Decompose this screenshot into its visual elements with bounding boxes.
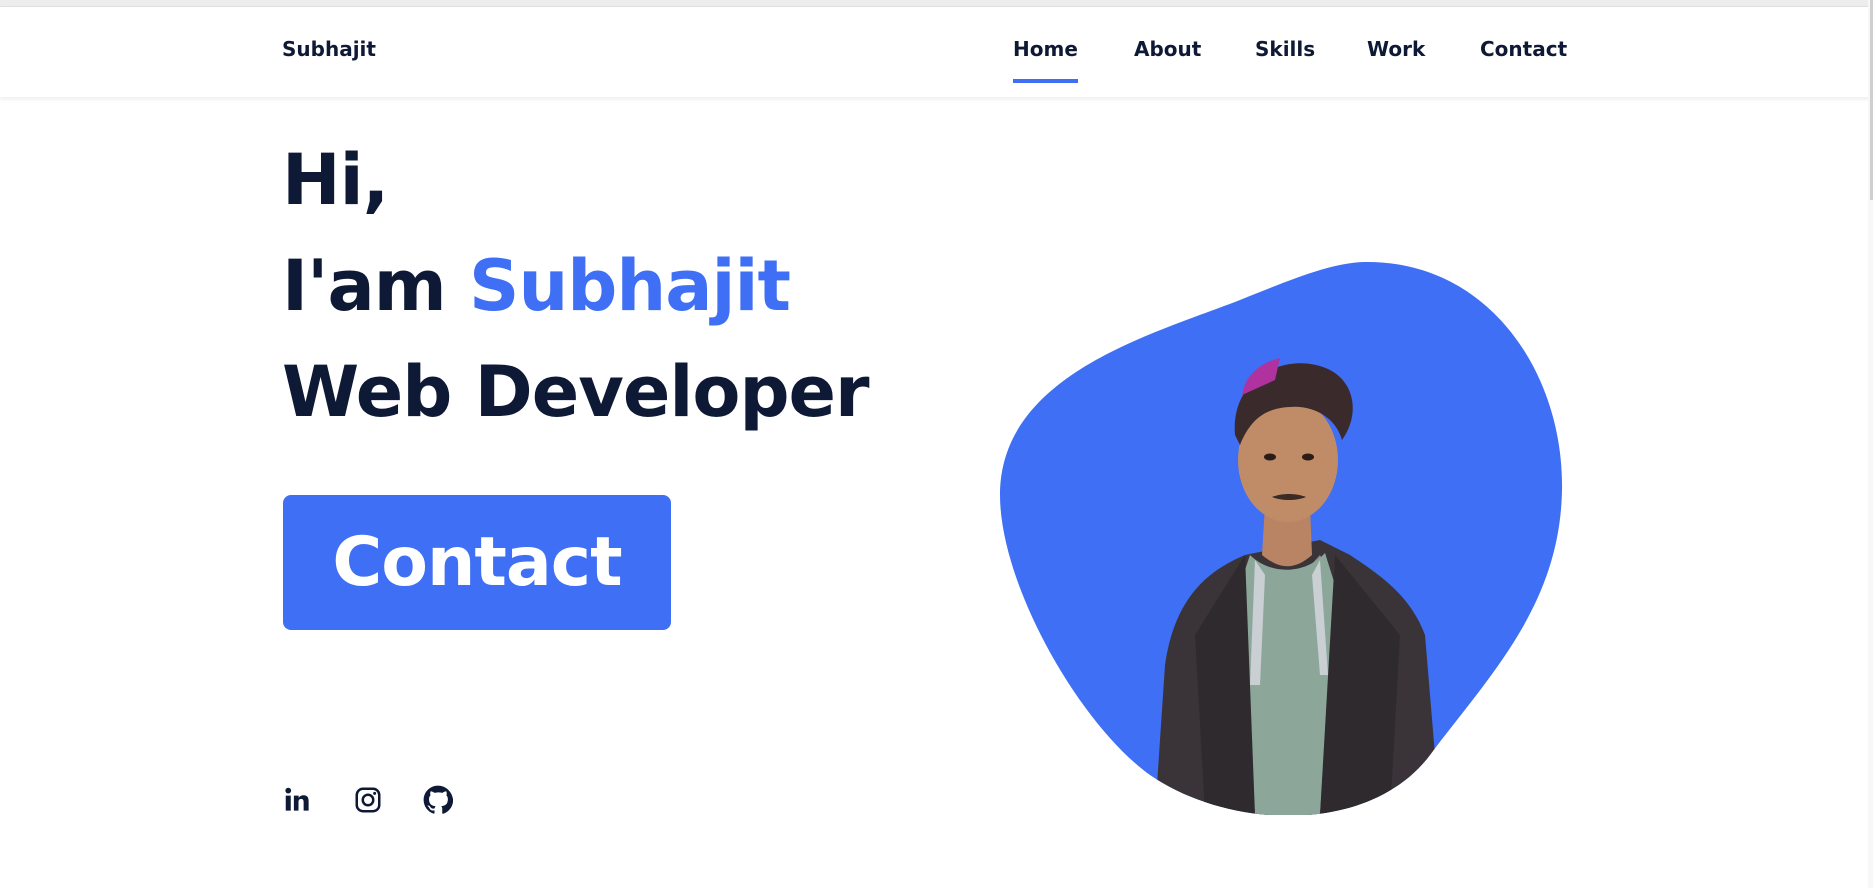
linkedin-link[interactable]	[282, 785, 312, 815]
hero-name: Subhajit	[469, 245, 791, 327]
contact-button[interactable]: Contact	[283, 495, 671, 630]
hero-role: Web Developer	[282, 351, 870, 433]
active-underline	[1013, 79, 1078, 83]
github-icon	[423, 785, 453, 814]
nav-skills-label: Skills	[1255, 37, 1316, 61]
vertical-scrollbar[interactable]	[1868, 0, 1873, 888]
nav-work-label: Work	[1367, 37, 1426, 61]
nav-about-label: About	[1134, 37, 1202, 61]
profile-blob	[990, 255, 1570, 815]
main-nav: Home About Skills Work Contact	[0, 37, 1872, 97]
nav-about-link[interactable]: About	[1134, 37, 1201, 61]
nav-work-link[interactable]: Work	[1367, 37, 1425, 61]
linkedin-icon	[285, 787, 309, 811]
nav-contact-label: Contact	[1480, 37, 1568, 61]
hero-intro-prefix: I'am	[282, 245, 470, 327]
nav-home-label: Home	[1013, 37, 1078, 61]
github-link[interactable]	[423, 785, 453, 815]
site-header: Subhajit Home About Skills Work Contact	[0, 7, 1872, 97]
instagram-icon	[355, 787, 381, 813]
nav-skills-link[interactable]: Skills	[1255, 37, 1315, 61]
hero-intro: I'am Subhajit	[282, 245, 791, 327]
profile-photo	[1000, 261, 1563, 815]
instagram-link[interactable]	[353, 785, 383, 815]
browser-top-strip	[0, 0, 1873, 7]
hero-greeting: Hi,	[282, 139, 389, 221]
nav-contact-link[interactable]: Contact	[1480, 37, 1567, 61]
nav-home-link[interactable]: Home	[1013, 37, 1078, 83]
